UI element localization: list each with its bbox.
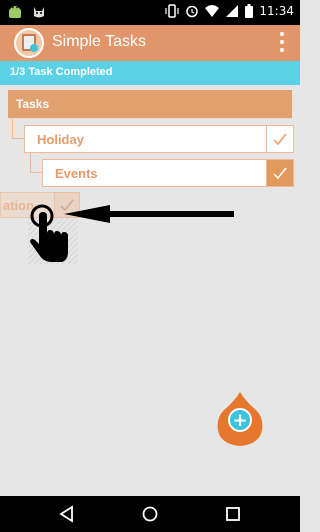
recents-icon[interactable] <box>224 505 242 523</box>
tasks-header-label: Tasks <box>16 97 50 111</box>
task-row-events[interactable]: Events <box>42 159 294 187</box>
tasks-header[interactable]: Tasks <box>8 90 292 119</box>
nav-bar <box>0 496 300 532</box>
add-icon: + <box>228 408 252 432</box>
tree-connector <box>30 152 31 173</box>
progress-label: 1/3 Task Completed <box>10 66 113 78</box>
app-title: Simple Tasks <box>52 33 146 50</box>
vibrate-icon <box>165 4 180 18</box>
status-bar: 11:34 <box>0 0 300 25</box>
task-checkbox[interactable] <box>266 159 294 187</box>
cat-icon <box>34 7 44 18</box>
check-icon <box>273 167 287 180</box>
task-checkbox[interactable] <box>266 125 294 153</box>
overflow-menu-icon[interactable] <box>278 32 286 52</box>
task-row-holiday[interactable]: Holiday <box>24 125 294 153</box>
tree-connector <box>12 138 24 139</box>
app-bar: Simple Tasks <box>0 25 300 61</box>
arrow-left-icon <box>64 205 234 223</box>
home-icon[interactable] <box>141 505 159 523</box>
app-icon[interactable] <box>14 28 44 58</box>
add-task-button[interactable]: + <box>216 392 264 446</box>
hand-pointer-icon <box>28 204 78 264</box>
android-icon <box>9 6 21 18</box>
progress-bar: 1/3 Task Completed <box>0 61 300 85</box>
battery-icon <box>245 4 254 18</box>
tree-connector <box>12 119 13 139</box>
back-icon[interactable] <box>58 505 76 523</box>
status-time: 11:34 <box>259 4 294 18</box>
task-label: Events <box>55 166 98 181</box>
wifi-icon <box>205 5 220 17</box>
tree-connector <box>30 172 42 173</box>
signal-icon <box>226 5 239 17</box>
check-icon <box>273 133 287 146</box>
alarm-icon <box>186 5 199 18</box>
task-label: Holiday <box>37 132 84 147</box>
